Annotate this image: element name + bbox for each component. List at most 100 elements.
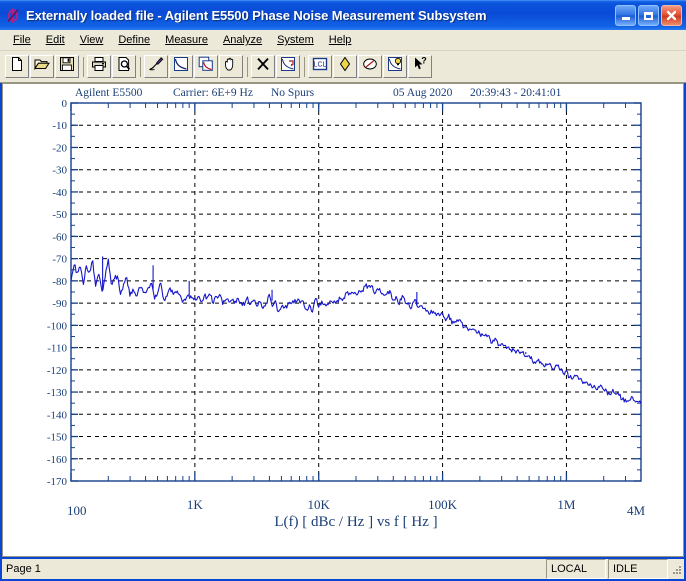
y-tick-label: -90 — [52, 298, 67, 310]
x-tick-label: 4M — [627, 503, 646, 518]
y-tick-label: -100 — [47, 320, 68, 332]
meter-button[interactable] — [358, 55, 382, 78]
minimize-button[interactable] — [615, 5, 636, 26]
chart-header-spurs: No Spurs — [271, 87, 315, 99]
delete-x-icon — [255, 56, 271, 77]
menu-item-help[interactable]: Help — [322, 32, 359, 48]
title-bar: Externally loaded file - Agilent E5500 P… — [0, 0, 686, 30]
y-tick-label: -140 — [47, 409, 68, 421]
maximize-button[interactable] — [638, 5, 659, 26]
open-button[interactable] — [30, 55, 54, 78]
y-tick-label: -50 — [52, 209, 67, 221]
y-tick-label: -20 — [52, 142, 67, 154]
open-folder-icon — [34, 56, 50, 77]
y-tick-label: -40 — [52, 187, 67, 199]
y-tick-label: -120 — [47, 365, 68, 377]
delete-button[interactable] — [251, 55, 275, 78]
close-button[interactable] — [661, 5, 682, 26]
curve-fit-button[interactable] — [169, 55, 193, 78]
maximize-icon — [639, 6, 658, 25]
svg-text:?: ? — [421, 56, 427, 66]
toolbar-separator-3 — [244, 56, 251, 78]
chart-header-time: 20:39:43 - 20:41:01 — [470, 87, 562, 99]
status-bar: Page 1 LOCAL IDLE — [2, 559, 684, 579]
toolbar-separator-4 — [301, 56, 308, 78]
x-axis-label: L(f) [ dBc / Hz ] vs f [ Hz ] — [274, 514, 437, 530]
x-tick-label: 10K — [308, 497, 331, 512]
plot-client-area: Agilent E5500Carrier: 6E+9 HzNo Spurs05 … — [2, 83, 684, 557]
toolbar-separator-2 — [137, 56, 144, 78]
y-tick-label: -10 — [52, 120, 67, 132]
menu-define-label: Define — [118, 34, 150, 46]
import-trace-button[interactable] — [276, 55, 300, 78]
status-state: IDLE — [608, 559, 668, 579]
meter-icon — [362, 56, 378, 77]
menu-bar: File Edit View Define Measure Analyze Sy… — [0, 30, 686, 51]
window-controls — [615, 5, 682, 26]
x-tick-label: 100 — [67, 503, 87, 518]
close-icon — [662, 6, 681, 25]
marker-pen-icon — [148, 56, 164, 77]
y-tick-label: -150 — [47, 432, 68, 444]
status-page: Page 1 — [2, 559, 544, 579]
help-pointer-icon: ? — [412, 56, 428, 77]
new-icon — [9, 56, 25, 77]
save-button[interactable] — [55, 55, 79, 78]
y-tick-label: 0 — [62, 98, 68, 110]
spur-button[interactable] — [333, 55, 357, 78]
toolbar: LCL ? — [0, 51, 686, 83]
svg-text:LCL: LCL — [314, 62, 327, 69]
menu-item-view[interactable]: View — [73, 32, 111, 48]
new-button[interactable] — [5, 55, 29, 78]
menu-item-edit[interactable]: Edit — [39, 32, 72, 48]
y-tick-label: -80 — [52, 276, 67, 288]
menu-item-define[interactable]: Define — [111, 32, 157, 48]
pan-hand-icon — [223, 56, 239, 77]
y-tick-label: -30 — [52, 165, 67, 177]
y-tick-label: -70 — [52, 254, 67, 266]
toolbar-separator-1 — [80, 56, 87, 78]
menu-item-measure[interactable]: Measure — [158, 32, 215, 48]
print-button[interactable] — [87, 55, 111, 78]
lcl-button[interactable]: LCL — [308, 55, 332, 78]
y-tick-label: -60 — [52, 231, 67, 243]
print-preview-button[interactable] — [112, 55, 136, 78]
menu-file-label: File — [13, 34, 31, 46]
menu-item-analyze[interactable]: Analyze — [216, 32, 269, 48]
menu-measure-label: Measure — [165, 34, 208, 46]
x-tick-label: 1K — [187, 497, 204, 512]
chart-header-instrument: Agilent E5500 — [75, 87, 143, 99]
save-disk-icon — [59, 56, 75, 77]
x-tick-label: 100K — [428, 497, 458, 512]
context-help-button[interactable]: ? — [408, 55, 432, 78]
menu-edit-label: Edit — [46, 34, 65, 46]
status-mode: LOCAL — [546, 559, 606, 579]
print-preview-icon — [116, 56, 132, 77]
resize-grip[interactable] — [668, 559, 684, 579]
menu-item-file[interactable]: File — [6, 32, 38, 48]
y-tick-label: -170 — [47, 476, 68, 488]
diamond-icon — [337, 56, 353, 77]
application-window: Externally loaded file - Agilent E5500 P… — [0, 0, 686, 581]
y-tick-label: -110 — [47, 343, 67, 355]
y-tick-label: -160 — [47, 454, 68, 466]
menu-system-label: System — [277, 34, 314, 46]
menu-help-label: Help — [329, 34, 352, 46]
menu-view-label: View — [80, 34, 104, 46]
marker-pen-button[interactable] — [144, 55, 168, 78]
menu-item-system[interactable]: System — [270, 32, 321, 48]
lcl-icon: LCL — [312, 56, 328, 77]
phase-noise-plot[interactable]: Agilent E5500Carrier: 6E+9 HzNo Spurs05 … — [3, 84, 683, 556]
menu-analyze-label: Analyze — [223, 34, 262, 46]
plot-background — [71, 103, 641, 481]
pan-button[interactable] — [219, 55, 243, 78]
highlight-button[interactable] — [383, 55, 407, 78]
import-trace-icon — [280, 56, 296, 77]
phase-noise-chart[interactable]: Agilent E5500Carrier: 6E+9 HzNo Spurs05 … — [3, 84, 681, 535]
print-icon — [91, 56, 107, 77]
copy-trace-button[interactable] — [194, 55, 218, 78]
y-tick-label: -130 — [47, 387, 68, 399]
curve-fit-icon — [173, 56, 189, 77]
chart-header-date: 05 Aug 2020 — [393, 87, 453, 99]
window-title: Externally loaded file - Agilent E5500 P… — [26, 8, 615, 23]
